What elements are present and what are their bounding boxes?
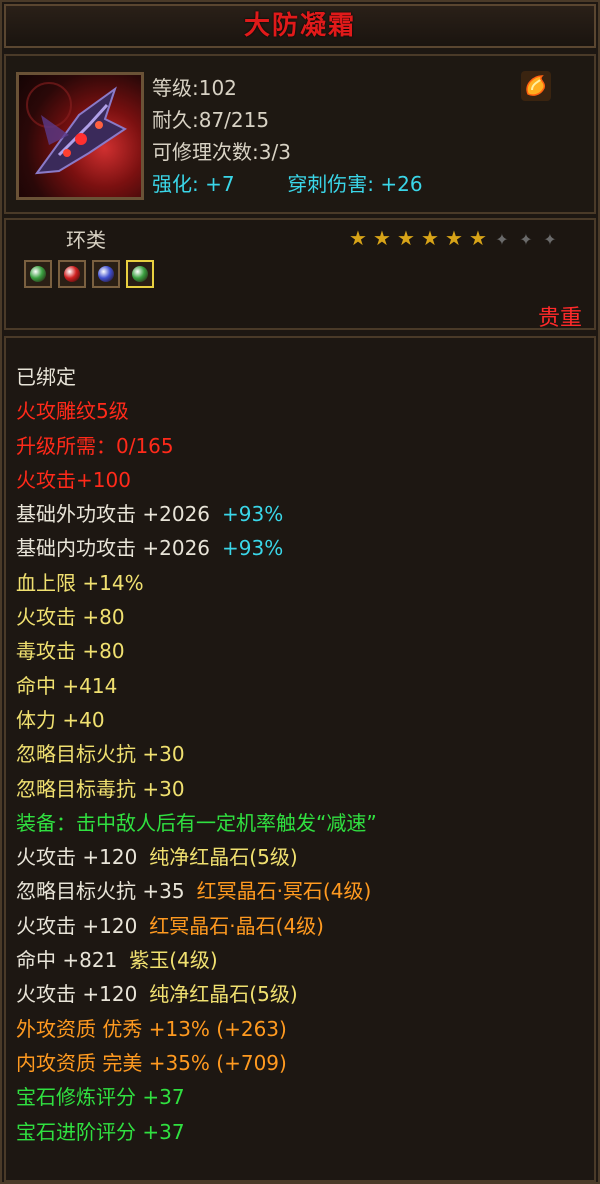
weapon-ring-icon <box>26 82 127 175</box>
star-empty-icon: ✦ <box>495 230 509 249</box>
attribute-text: 基础外功攻击 +2026 <box>16 502 211 527</box>
gem-slot-icon[interactable] <box>92 260 120 288</box>
attribute-text: 火攻击+100 <box>16 467 131 492</box>
item-tooltip-panel: 大防凝霜 等级:102 耐久:87/215 可修理次数:3/3 强化: +7 穿… <box>0 0 600 1184</box>
attribute-row: 体力 +40 <box>16 703 377 737</box>
attribute-text: 火攻击 +80 <box>16 605 125 630</box>
attribute-row: 忽略目标火抗 +30 <box>16 737 377 771</box>
title-bar: 大防凝霜 <box>4 4 596 48</box>
attribute-text: 火攻击 +120 <box>16 982 138 1007</box>
attribute-extra: +93% <box>222 502 284 527</box>
attribute-row: 命中 +414 <box>16 669 377 703</box>
attribute-row: 火攻击 +120 红冥晶石·晶石(4级) <box>16 909 377 943</box>
attribute-text: 装备：击中敌人后有一定机率触发“减速” <box>16 810 377 835</box>
star-filled-icon: ★ <box>469 226 487 250</box>
gem-slot-icon[interactable] <box>58 260 86 288</box>
durability-stat: 耐久:87/215 <box>152 108 270 132</box>
attribute-row: 基础外功攻击 +2026 +93% <box>16 497 377 531</box>
attribute-row: 宝石修炼评分 +37 <box>16 1080 377 1114</box>
item-type: 环类 <box>66 228 106 252</box>
star-filled-icon: ★ <box>421 226 439 250</box>
attribute-text: 宝石修炼评分 +37 <box>16 1085 185 1110</box>
attribute-text: 外攻资质 优秀 +13% (+263) <box>16 1016 287 1041</box>
star-filled-icon: ★ <box>349 226 367 250</box>
attribute-extra: 纯净红晶石(5级) <box>149 982 298 1007</box>
gem-slot-icon[interactable] <box>126 260 154 288</box>
lock-icon[interactable] <box>520 70 552 102</box>
attribute-text: 毒攻击 +80 <box>16 639 125 664</box>
enhance-stat: 强化: +7 穿刺伤害: +26 <box>152 168 423 197</box>
attribute-text: 忽略目标毒抗 +30 <box>16 776 185 801</box>
repair-count-stat: 可修理次数:3/3 <box>152 140 291 164</box>
rarity-label: 贵重 <box>537 306 582 331</box>
star-filled-icon: ★ <box>397 226 415 250</box>
attribute-row: 内攻资质 完美 +35% (+709) <box>16 1046 377 1080</box>
attribute-extra: 纯净红晶石(5级) <box>149 845 298 870</box>
star-empty-icon: ✦ <box>519 230 533 249</box>
enhance-value: +7 <box>205 172 235 196</box>
attribute-row: 忽略目标火抗 +35 红冥晶石·冥石(4级) <box>16 874 377 908</box>
attribute-text: 升级所需：0/165 <box>16 433 174 458</box>
attribute-row: 升级所需：0/165 <box>16 429 377 463</box>
attribute-extra: +93% <box>222 536 284 561</box>
attribute-row: 命中 +821 紫玉(4级) <box>16 943 377 977</box>
attribute-text: 基础内功攻击 +2026 <box>16 536 211 561</box>
attribute-text: 火攻雕纹5级 <box>16 399 129 424</box>
gem-slot-icon[interactable] <box>24 260 52 288</box>
attributes-box: 已绑定火攻雕纹5级升级所需：0/165 火攻击+100 基础外功攻击 +2026 +9… <box>4 336 596 1182</box>
attribute-text: 血上限 +14% <box>16 570 144 595</box>
attribute-text: 内攻资质 完美 +35% (+709) <box>16 1050 287 1075</box>
attribute-row: 火攻击 +120 纯净红晶石(5级) <box>16 977 377 1011</box>
attribute-text: 命中 +821 <box>16 948 118 973</box>
attribute-row: 外攻资质 优秀 +13% (+263) <box>16 1012 377 1046</box>
attribute-row: 毒攻击 +80 <box>16 634 377 668</box>
attribute-row: 已绑定 <box>16 360 377 394</box>
gem-slots <box>24 260 160 288</box>
attribute-text: 体力 +40 <box>16 707 105 732</box>
star-empty-icon: ✦ <box>543 230 557 249</box>
attribute-list: 已绑定火攻雕纹5级升级所需：0/165 火攻击+100 基础外功攻击 +2026 +9… <box>16 360 377 1149</box>
attribute-text: 火攻击 +120 <box>16 913 138 938</box>
attribute-row: 火攻击 +120 纯净红晶石(5级) <box>16 840 377 874</box>
attribute-row: 忽略目标毒抗 +30 <box>16 772 377 806</box>
attribute-extra: 红冥晶石·冥石(4级) <box>196 879 372 904</box>
attribute-extra: 红冥晶石·晶石(4级) <box>149 913 324 938</box>
attribute-row: 火攻击+100 <box>16 463 377 497</box>
attribute-text: 已绑定 <box>16 365 76 389</box>
attribute-row: 宝石进阶评分 +37 <box>16 1115 377 1149</box>
item-icon <box>16 72 144 200</box>
attribute-row: 基础内功攻击 +2026 +93% <box>16 531 377 565</box>
attribute-row: 火攻击 +80 <box>16 600 377 634</box>
item-meta-box: 环类 ★ ★ ★ ★ ★ ★ ✦ ✦ ✦ 贵重 <box>4 218 596 331</box>
attribute-text: 忽略目标火抗 +30 <box>16 742 185 767</box>
star-rating: ★ ★ ★ ★ ★ ★ ✦ ✦ ✦ <box>346 226 562 250</box>
attribute-text: 宝石进阶评分 +37 <box>16 1119 185 1144</box>
item-name: 大防凝霜 <box>243 11 356 41</box>
attribute-row: 装备：击中敌人后有一定机率触发“减速” <box>16 806 377 840</box>
attribute-row: 火攻雕纹5级 <box>16 394 377 428</box>
star-filled-icon: ★ <box>445 226 463 250</box>
attribute-text: 火攻击 +120 <box>16 845 138 870</box>
pierce-label: 穿刺伤害: <box>287 172 375 196</box>
pierce-value: +26 <box>380 172 423 196</box>
attribute-text: 命中 +414 <box>16 673 118 698</box>
item-info-box: 等级:102 耐久:87/215 可修理次数:3/3 强化: +7 穿刺伤害: … <box>4 54 596 214</box>
attribute-row: 血上限 +14% <box>16 566 377 600</box>
enhance-label: 强化: <box>152 172 199 196</box>
attribute-text: 忽略目标火抗 +35 <box>16 879 185 904</box>
level-stat: 等级:102 <box>152 76 237 100</box>
star-filled-icon: ★ <box>373 226 391 250</box>
attribute-extra: 紫玉(4级) <box>129 948 218 973</box>
